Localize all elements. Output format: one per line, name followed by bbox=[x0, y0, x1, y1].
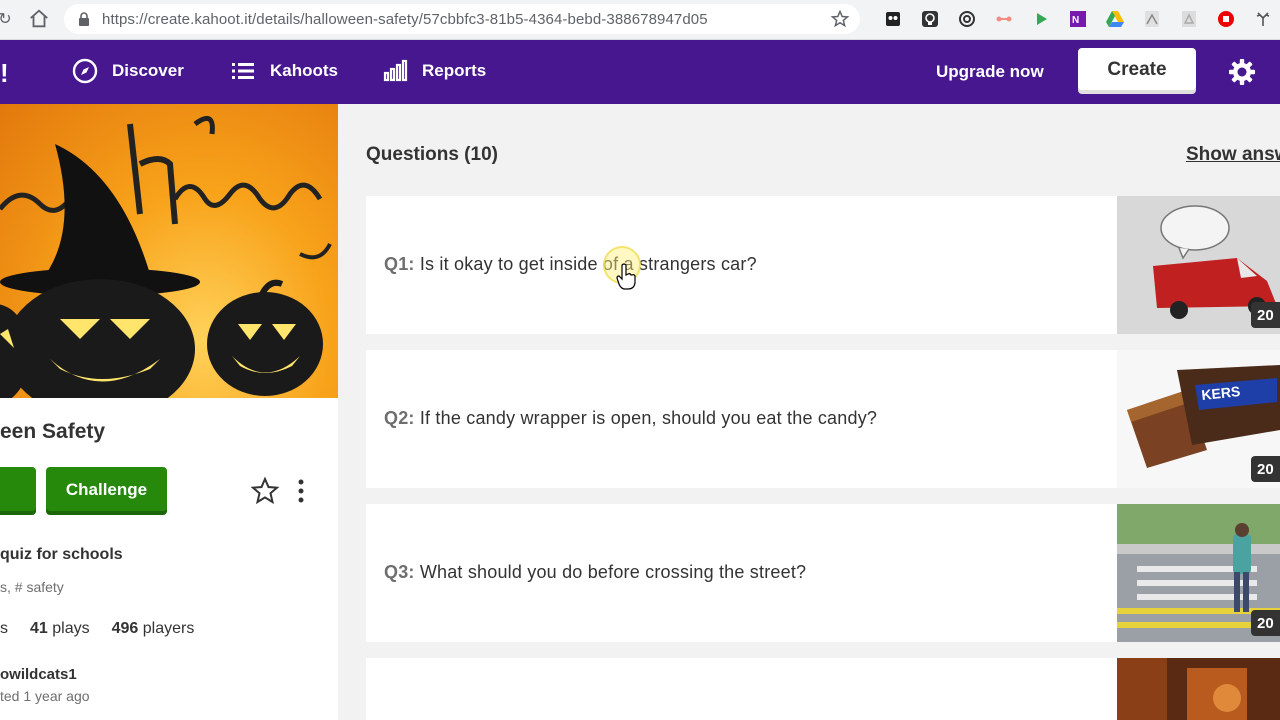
upgrade-now-link[interactable]: Upgrade now bbox=[936, 62, 1044, 82]
stat-plays: 41 plays bbox=[30, 620, 90, 638]
bar-chart-icon bbox=[383, 59, 408, 82]
kahoot-tags: s, # safety bbox=[0, 579, 64, 595]
reload-icon[interactable]: ↻ bbox=[0, 6, 18, 32]
porch-image bbox=[1117, 658, 1280, 720]
kahoot-details-panel: een Safety Challenge quiz for schools s,… bbox=[0, 104, 338, 720]
acrobat-icon[interactable] bbox=[1176, 8, 1202, 30]
question-thumbnail bbox=[1117, 658, 1280, 720]
home-icon[interactable] bbox=[28, 8, 50, 30]
nav-reports[interactable]: Reports bbox=[382, 58, 486, 84]
play-icon[interactable] bbox=[1028, 8, 1054, 30]
nav-kahoots-label: Kahoots bbox=[270, 61, 338, 80]
url-text: https://create.kahoot.it/details/hallowe… bbox=[102, 10, 708, 28]
bulb-icon[interactable] bbox=[917, 8, 943, 30]
question-number: Q2: bbox=[384, 408, 415, 428]
question-number: Q1: bbox=[384, 254, 415, 274]
compass-icon bbox=[72, 58, 98, 84]
stop-icon[interactable] bbox=[1213, 8, 1239, 30]
list-icon bbox=[232, 63, 254, 79]
kahoot-title: een Safety bbox=[0, 420, 106, 443]
show-answers-button[interactable]: Show answers bbox=[1186, 144, 1280, 166]
address-bar[interactable]: https://create.kahoot.it/details/hallowe… bbox=[64, 4, 860, 34]
hand-cursor-icon bbox=[616, 263, 636, 290]
time-limit-badge: 20 bbox=[1251, 302, 1280, 328]
question-text: Q1: Is it okay to get inside of a strang… bbox=[384, 254, 757, 275]
question-card-3[interactable]: Q3: What should you do before crossing t… bbox=[366, 504, 1280, 642]
challenge-button[interactable]: Challenge bbox=[46, 467, 167, 515]
pdf-icon[interactable] bbox=[1139, 8, 1165, 30]
nav-discover-label: Discover bbox=[112, 61, 184, 80]
extensions-bar: N bbox=[880, 8, 1276, 30]
stat-players: 496 players bbox=[112, 620, 195, 638]
nav-discover[interactable]: Discover bbox=[72, 58, 184, 84]
owl-icon[interactable] bbox=[880, 8, 906, 30]
question-body: If the candy wrapper is open, should you… bbox=[419, 408, 878, 428]
halloween-pumpkins-illustration bbox=[0, 115, 332, 398]
lock-icon bbox=[79, 12, 89, 26]
plays-count: 41 bbox=[30, 620, 48, 637]
favorite-star-icon[interactable] bbox=[250, 476, 280, 506]
question-body: Is it okay to get inside of a strangers … bbox=[419, 254, 757, 274]
top-navigation: ! Discover Kahoots Reports Upgrade now C… bbox=[0, 40, 1280, 104]
gear-icon[interactable] bbox=[1228, 58, 1256, 86]
time-limit-badge: 20 bbox=[1251, 456, 1280, 482]
spiral-icon[interactable] bbox=[954, 8, 980, 30]
cover-image bbox=[0, 104, 338, 398]
plays-label: plays bbox=[52, 620, 90, 637]
question-card-2[interactable]: Q2: If the candy wrapper is open, should… bbox=[366, 350, 1280, 488]
players-count: 496 bbox=[111, 620, 139, 637]
onenote-icon[interactable]: N bbox=[1065, 8, 1091, 30]
svg-text:N: N bbox=[1072, 15, 1079, 26]
author-name[interactable]: owildcats1 bbox=[0, 666, 77, 683]
share-icon[interactable] bbox=[991, 8, 1017, 30]
question-text: Q2: If the candy wrapper is open, should… bbox=[384, 408, 877, 429]
question-number: Q3: bbox=[384, 562, 415, 582]
browser-toolbar: ↻ https://create.kahoot.it/details/hallo… bbox=[0, 0, 1280, 40]
nav-reports-label: Reports bbox=[422, 61, 487, 80]
nav-kahoots[interactable]: Kahoots bbox=[230, 58, 338, 84]
time-limit-badge: 20 bbox=[1251, 610, 1280, 636]
updated-time: ted 1 year ago bbox=[0, 688, 90, 704]
stat-lead: s bbox=[0, 620, 8, 637]
questions-header: Questions (10) bbox=[366, 144, 498, 165]
question-body: What should you do before crossing the s… bbox=[419, 562, 807, 582]
antler-icon[interactable] bbox=[1250, 8, 1276, 30]
kahoot-stats: s 41 plays 496 players bbox=[0, 620, 216, 638]
kahoot-description: quiz for schools bbox=[0, 546, 123, 563]
players-label: players bbox=[142, 620, 195, 637]
bookmark-star-icon[interactable] bbox=[830, 9, 850, 29]
more-options-icon[interactable] bbox=[292, 476, 310, 506]
question-card-1[interactable]: Q1: Is it okay to get inside of a strang… bbox=[366, 196, 1280, 334]
question-card-4[interactable] bbox=[366, 658, 1280, 720]
drive-icon[interactable] bbox=[1102, 8, 1128, 30]
kahoot-logo[interactable]: ! bbox=[0, 58, 14, 89]
question-text: Q3: What should you do before crossing t… bbox=[384, 562, 806, 583]
play-button[interactable] bbox=[0, 467, 36, 515]
create-button[interactable]: Create bbox=[1078, 48, 1196, 94]
